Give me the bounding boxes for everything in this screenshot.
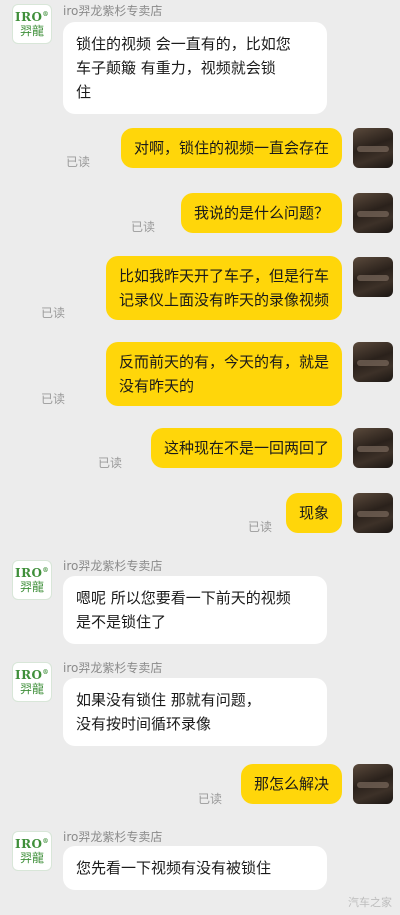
user-avatar[interactable]	[353, 764, 393, 804]
registered-mark: ®	[42, 11, 50, 18]
read-status: 已读	[248, 520, 273, 534]
message-bubble[interactable]: 反而前天的有，今天的有，就是 没有昨天的	[105, 342, 342, 406]
shop-avatar[interactable]: IRO® 羿龍	[12, 662, 52, 702]
message-bubble[interactable]: 锁住的视频 会一直有的，比如您 车子颠簸 有重力，视频就会锁 住	[63, 22, 327, 114]
shop-avatar[interactable]: IRO® 羿龍	[12, 4, 52, 44]
user-avatar[interactable]	[353, 193, 393, 233]
message-bubble[interactable]: 如果没有锁住 那就有问题， 没有按时间循环录像	[63, 678, 327, 746]
registered-mark: ®	[42, 669, 50, 676]
read-status: 已读	[41, 392, 66, 406]
avatar-logo-chinese: 羿龍	[19, 580, 44, 594]
registered-mark: ®	[42, 567, 50, 574]
shop-avatar[interactable]: IRO® 羿龍	[12, 831, 52, 871]
read-status: 已读	[131, 220, 156, 234]
shop-avatar[interactable]: IRO® 羿龍	[12, 560, 52, 600]
message-bubble[interactable]: 对啊，锁住的视频一直会存在	[120, 128, 342, 168]
avatar-logo-text: IRO	[14, 10, 43, 24]
registered-mark: ®	[42, 838, 50, 845]
user-avatar[interactable]	[353, 342, 393, 382]
message-bubble[interactable]: 这种现在不是一回两回了	[150, 428, 342, 468]
read-status: 已读	[98, 456, 123, 470]
message-bubble[interactable]: 您先看一下视频有没有被锁住	[63, 846, 327, 890]
message-bubble[interactable]: 那怎么解决	[240, 764, 342, 804]
avatar-logo-text: IRO	[14, 837, 43, 851]
message-bubble[interactable]: 比如我昨天开了车子，但是行车 记录仪上面没有昨天的录像视频	[105, 256, 342, 320]
read-status: 已读	[198, 792, 223, 806]
user-avatar[interactable]	[353, 128, 393, 168]
sender-name: iro羿龙紫杉专卖店	[63, 4, 163, 18]
sender-name: iro羿龙紫杉专卖店	[63, 830, 163, 844]
message-bubble[interactable]: 现象	[285, 493, 342, 533]
avatar-logo-text: IRO	[14, 566, 43, 580]
user-avatar[interactable]	[353, 493, 393, 533]
avatar-logo-chinese: 羿龍	[19, 24, 44, 38]
sender-name: iro羿龙紫杉专卖店	[63, 559, 163, 573]
sender-name: iro羿龙紫杉专卖店	[63, 661, 163, 675]
user-avatar[interactable]	[353, 257, 393, 297]
watermark: 汽车之家	[348, 896, 392, 909]
user-avatar[interactable]	[353, 428, 393, 468]
message-bubble[interactable]: 我说的是什么问题？	[180, 193, 342, 233]
message-bubble[interactable]: 嗯呢 所以您要看一下前天的视频 是不是锁住了	[63, 576, 327, 644]
avatar-logo-chinese: 羿龍	[19, 851, 44, 865]
read-status: 已读	[66, 155, 91, 169]
read-status: 已读	[41, 306, 66, 320]
avatar-logo-text: IRO	[14, 668, 43, 682]
avatar-logo-chinese: 羿龍	[19, 682, 44, 696]
